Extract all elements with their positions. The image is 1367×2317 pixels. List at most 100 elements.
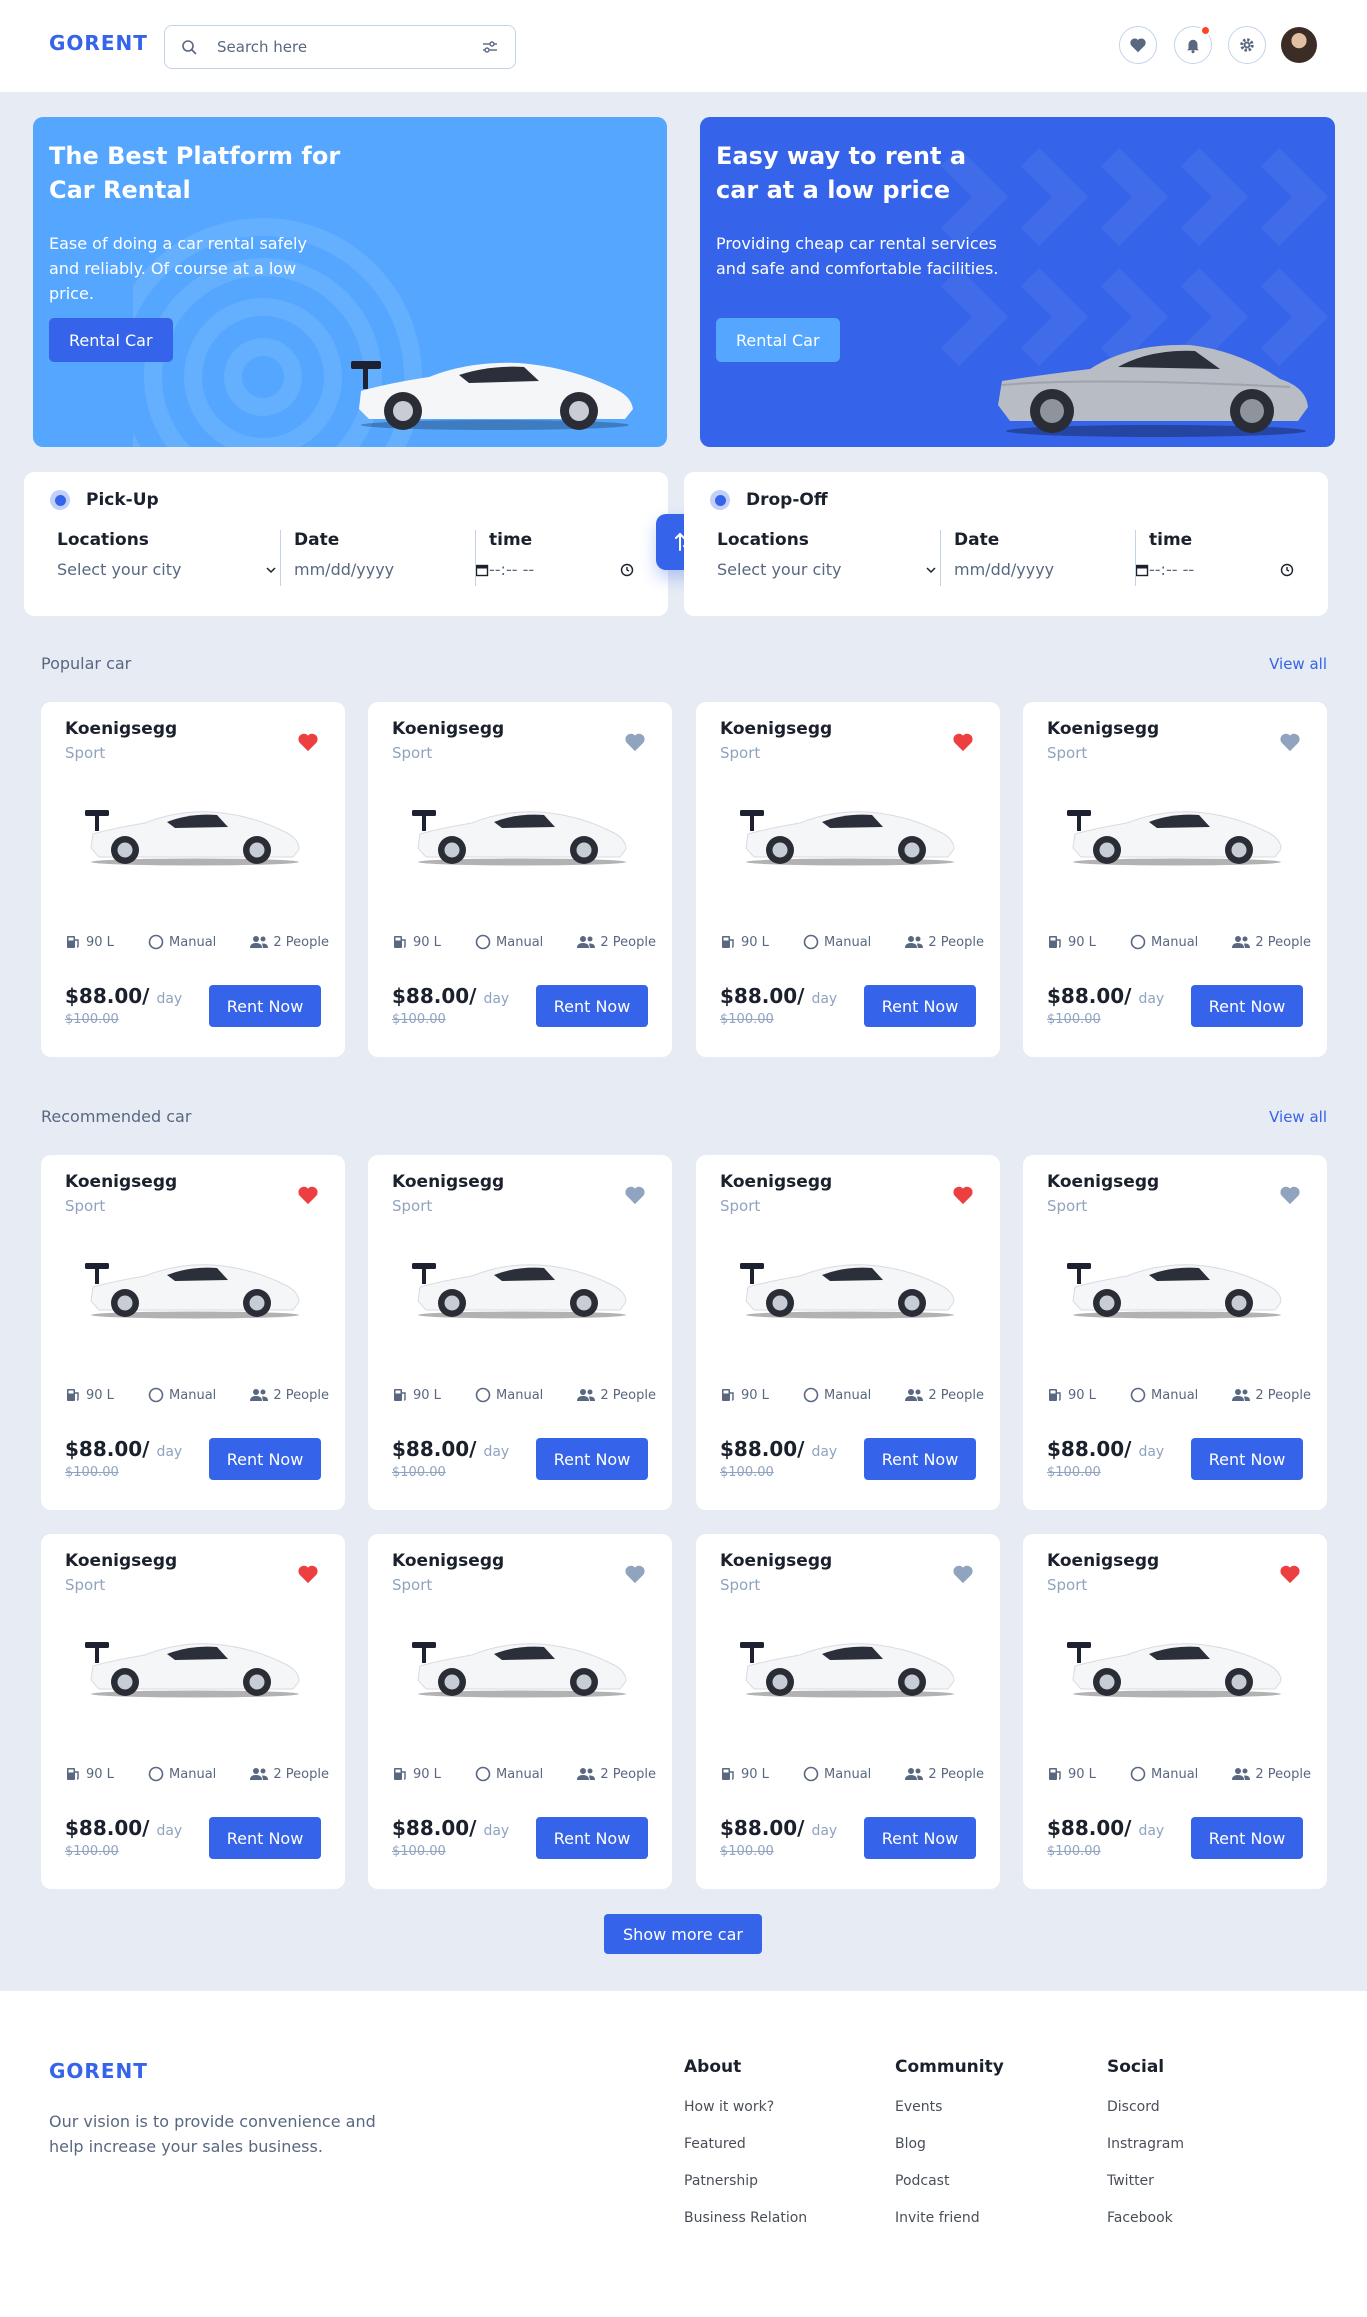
time-input[interactable]: --:-- -- <box>489 560 534 579</box>
search-bar[interactable]: Search here <box>164 25 516 69</box>
rent-now-button[interactable]: Rent Now <box>209 985 321 1027</box>
fuel-spec: 90 L <box>65 1766 114 1782</box>
rent-now-button[interactable]: Rent Now <box>536 1817 648 1859</box>
car-price: $88.00/ day <box>392 1816 510 1840</box>
car-card[interactable]: Koenigsegg Sport 90 L Manual 2 People $8… <box>1023 702 1327 1057</box>
footer-link[interactable]: Events <box>895 2099 1004 2136</box>
heart-icon[interactable] <box>1279 1185 1301 1205</box>
pickup-date-field[interactable]: Date mm/dd/yyyy <box>294 530 489 586</box>
chevron-down-icon <box>926 566 936 573</box>
car-card[interactable]: Koenigsegg Sport 90 L Manual 2 People $8… <box>696 1534 1000 1889</box>
heart-icon[interactable] <box>1279 1564 1301 1584</box>
pickup-location-field[interactable]: Locations Select your city <box>57 530 277 586</box>
footer-link[interactable]: Business Relation <box>684 2210 807 2247</box>
car-card[interactable]: Koenigsegg Sport 90 L Manual 2 People $8… <box>696 702 1000 1057</box>
fuel-spec: 90 L <box>720 934 769 950</box>
capacity-spec: 2 People <box>905 1387 984 1403</box>
car-card[interactable]: Koenigsegg Sport 90 L Manual 2 People $8… <box>368 702 672 1057</box>
location-select[interactable]: Select your city <box>57 560 182 579</box>
car-card[interactable]: Koenigsegg Sport 90 L Manual 2 People $8… <box>368 1534 672 1889</box>
car-name: Koenigsegg <box>392 1551 505 1571</box>
rent-now-button[interactable]: Rent Now <box>209 1817 321 1859</box>
car-old-price: $100.00 <box>720 1012 774 1027</box>
footer-link[interactable]: Featured <box>684 2136 807 2173</box>
settings-button[interactable] <box>1228 26 1266 64</box>
gas-station-icon <box>1049 1768 1061 1780</box>
rental-car-button[interactable]: Rental Car <box>716 318 840 362</box>
date-input[interactable]: mm/dd/yyyy <box>294 560 394 579</box>
date-input[interactable]: mm/dd/yyyy <box>954 560 1054 579</box>
gas-station-icon <box>394 936 406 948</box>
pickup-radio[interactable] <box>50 490 70 510</box>
car-card[interactable]: Koenigsegg Sport 90 L Manual 2 People $8… <box>1023 1534 1327 1889</box>
recommended-view-all-link[interactable]: View all <box>1269 1108 1327 1126</box>
footer-link[interactable]: Blog <box>895 2136 1004 2173</box>
heart-icon[interactable] <box>297 1564 319 1584</box>
footer-link[interactable]: Patnership <box>684 2173 807 2210</box>
rental-car-button[interactable]: Rental Car <box>49 318 173 362</box>
calendar-icon[interactable] <box>1135 563 1149 577</box>
dropoff-radio[interactable] <box>710 490 730 510</box>
footer-link[interactable]: How it work? <box>684 2099 807 2136</box>
rent-now-button[interactable]: Rent Now <box>864 985 976 1027</box>
footer-link[interactable]: Twitter <box>1107 2173 1184 2210</box>
heart-icon[interactable] <box>297 1185 319 1205</box>
rent-now-button[interactable]: Rent Now <box>864 1438 976 1480</box>
heart-icon[interactable] <box>952 1564 974 1584</box>
pickup-time-field[interactable]: time --:-- -- <box>489 530 634 586</box>
brand-logo[interactable]: GORENT <box>49 31 148 55</box>
clock-icon[interactable] <box>1280 563 1294 577</box>
dropoff-date-field[interactable]: Date mm/dd/yyyy <box>954 530 1149 586</box>
clock-icon[interactable] <box>620 563 634 577</box>
footer-column-title: Social <box>1107 2057 1165 2077</box>
footer-link[interactable]: Instragram <box>1107 2136 1184 2173</box>
rent-now-button[interactable]: Rent Now <box>1191 1817 1303 1859</box>
heart-icon[interactable] <box>624 1185 646 1205</box>
rent-now-button[interactable]: Rent Now <box>1191 1438 1303 1480</box>
car-old-price: $100.00 <box>1047 1012 1101 1027</box>
car-image <box>412 1642 627 1698</box>
heart-icon[interactable] <box>624 732 646 752</box>
heart-icon[interactable] <box>297 732 319 752</box>
heart-icon[interactable] <box>952 1185 974 1205</box>
footer-link[interactable]: Discord <box>1107 2099 1184 2136</box>
notifications-button[interactable] <box>1174 25 1212 64</box>
user-avatar[interactable] <box>1281 27 1317 63</box>
dropoff-location-field[interactable]: Locations Select your city <box>717 530 937 586</box>
car-card[interactable]: Koenigsegg Sport 90 L Manual 2 People $8… <box>696 1155 1000 1510</box>
heart-icon[interactable] <box>1279 732 1301 752</box>
price-period: day <box>1138 991 1165 1007</box>
fuel-spec: 90 L <box>65 1387 114 1403</box>
footer-link[interactable]: Podcast <box>895 2173 1004 2210</box>
car-card[interactable]: Koenigsegg Sport 90 L Manual 2 People $8… <box>41 1534 345 1889</box>
car-name: Koenigsegg <box>65 1551 178 1571</box>
car-card[interactable]: Koenigsegg Sport 90 L Manual 2 People $8… <box>1023 1155 1327 1510</box>
calendar-icon[interactable] <box>475 563 489 577</box>
heart-icon[interactable] <box>952 732 974 752</box>
rent-now-button[interactable]: Rent Now <box>209 1438 321 1480</box>
transmission-spec: Manual <box>803 934 871 950</box>
car-card[interactable]: Koenigsegg Sport 90 L Manual 2 People $8… <box>41 1155 345 1510</box>
footer-logo[interactable]: GORENT <box>49 2059 148 2083</box>
rent-now-button[interactable]: Rent Now <box>536 1438 648 1480</box>
footer-link[interactable]: Invite friend <box>895 2210 1004 2247</box>
footer-link[interactable]: Facebook <box>1107 2210 1184 2247</box>
car-type: Sport <box>1047 744 1088 762</box>
show-more-button[interactable]: Show more car <box>604 1914 762 1954</box>
rent-now-button[interactable]: Rent Now <box>864 1817 976 1859</box>
time-input[interactable]: --:-- -- <box>1149 560 1194 579</box>
car-card[interactable]: Koenigsegg Sport 90 L Manual 2 People $8… <box>41 702 345 1057</box>
filter-icon[interactable] <box>481 39 499 55</box>
favorites-button[interactable] <box>1119 26 1157 64</box>
rent-now-button[interactable]: Rent Now <box>1191 985 1303 1027</box>
heart-icon[interactable] <box>624 1564 646 1584</box>
popular-view-all-link[interactable]: View all <box>1269 655 1327 673</box>
dropoff-time-field[interactable]: time --:-- -- <box>1149 530 1294 586</box>
car-price: $88.00/ day <box>720 984 838 1008</box>
rent-now-button[interactable]: Rent Now <box>536 985 648 1027</box>
car-card[interactable]: Koenigsegg Sport 90 L Manual 2 People $8… <box>368 1155 672 1510</box>
steering-wheel-icon <box>803 1766 819 1782</box>
location-select[interactable]: Select your city <box>717 560 842 579</box>
search-input[interactable]: Search here <box>217 38 481 56</box>
car-old-price: $100.00 <box>1047 1465 1101 1480</box>
